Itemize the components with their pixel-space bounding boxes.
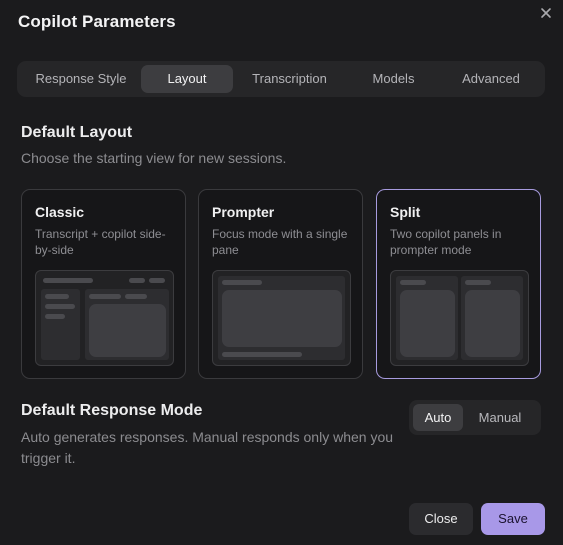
split-preview — [390, 270, 529, 366]
layout-option-description: Focus mode with a single pane — [212, 227, 348, 257]
dialog-title: Copilot Parameters — [18, 12, 176, 31]
response-mode-toggle: Auto Manual — [409, 400, 541, 435]
close-button[interactable]: Close — [409, 503, 473, 535]
classic-preview — [35, 270, 174, 366]
preview-content-area — [222, 290, 342, 347]
preview-header-bar — [149, 278, 165, 283]
default-response-mode-title: Default Response Mode — [21, 402, 203, 419]
preview-line — [89, 294, 121, 299]
default-response-mode-description: Auto generates responses. Manual respond… — [21, 429, 394, 466]
preview-line — [45, 304, 75, 309]
preview-header-bar — [43, 278, 93, 283]
layout-option-description: Two copilot panels in prompter mode — [390, 227, 502, 257]
preview-line — [400, 280, 426, 285]
tab-transcription[interactable]: Transcription — [233, 65, 346, 93]
default-layout-description: Choose the starting view for new session… — [21, 150, 287, 166]
preview-header-bar — [129, 278, 145, 283]
preview-content-area — [465, 290, 520, 357]
preview-line — [45, 314, 65, 319]
preview-line — [125, 294, 147, 299]
default-layout-title: Default Layout — [21, 124, 133, 141]
layout-option-title: Classic — [35, 204, 85, 220]
copilot-parameters-dialog: Copilot Parameters Response Style Layout… — [0, 0, 563, 545]
response-mode-auto[interactable]: Auto — [413, 404, 463, 431]
preview-line — [222, 280, 262, 285]
tab-models[interactable]: Models — [346, 65, 441, 93]
tab-advanced[interactable]: Advanced — [441, 65, 541, 93]
layout-option-split[interactable]: Split Two copilot panels in prompter mod… — [376, 189, 541, 379]
preview-line — [45, 294, 69, 299]
tab-layout[interactable]: Layout — [141, 65, 233, 93]
close-icon[interactable] — [538, 5, 554, 21]
preview-line — [465, 280, 491, 285]
layout-option-description: Transcript + copilot side-by-side — [35, 227, 166, 257]
layout-option-title: Prompter — [212, 204, 275, 220]
response-mode-manual[interactable]: Manual — [463, 404, 537, 431]
prompter-preview — [212, 270, 351, 366]
layout-option-title: Split — [390, 204, 421, 220]
preview-content-area — [89, 304, 166, 357]
preview-line — [222, 352, 302, 357]
tab-bar: Response Style Layout Transcription Mode… — [17, 61, 545, 97]
preview-transcript-panel — [41, 289, 80, 360]
save-button[interactable]: Save — [481, 503, 545, 535]
tab-response-style[interactable]: Response Style — [21, 65, 141, 93]
layout-option-prompter[interactable]: Prompter Focus mode with a single pane — [198, 189, 363, 379]
layout-option-classic[interactable]: Classic Transcript + copilot side-by-sid… — [21, 189, 186, 379]
preview-content-area — [400, 290, 455, 357]
